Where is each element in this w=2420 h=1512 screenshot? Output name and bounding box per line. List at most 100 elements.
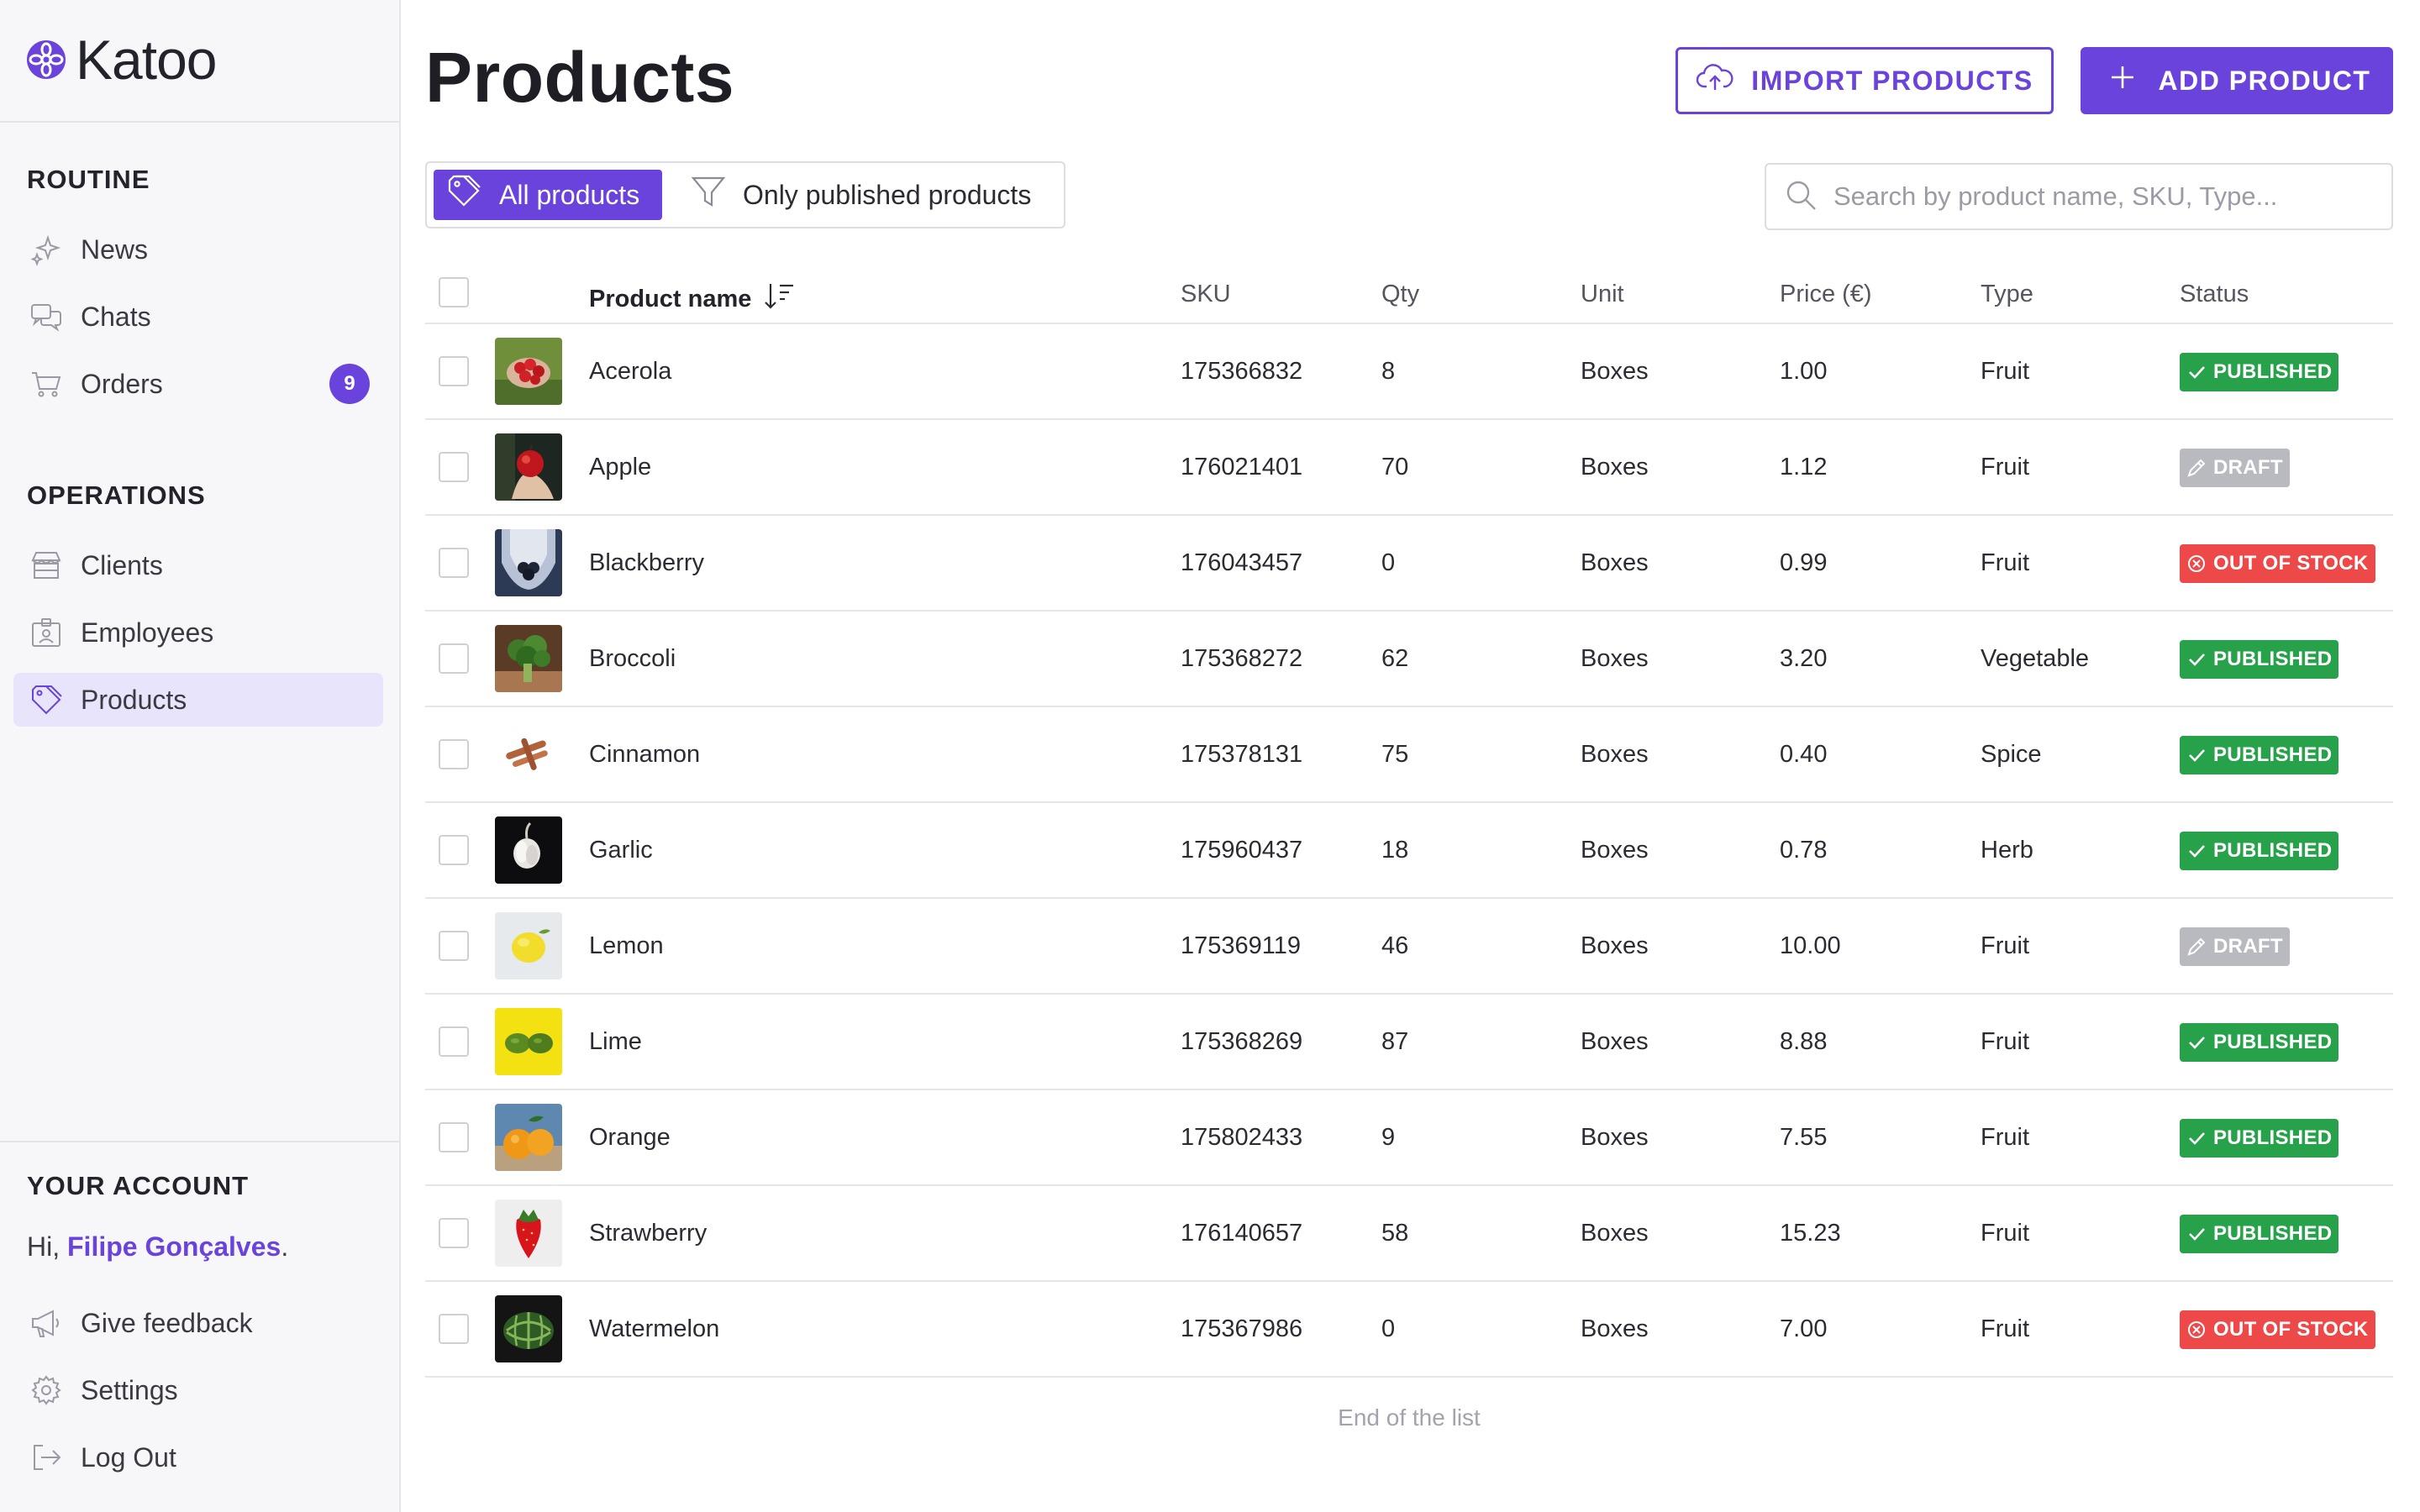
sidebar: Katoo ROUTINE News Chats Orders 9 OPERAT… xyxy=(0,0,401,1512)
product-thumbnail-garlic xyxy=(495,816,562,884)
user-greeting: Hi, Filipe Gonçalves. xyxy=(27,1231,288,1263)
table-row[interactable]: Strawberry 176140657 58 Boxes 15.23 Frui… xyxy=(425,1186,2393,1282)
product-price: 3.20 xyxy=(1780,645,1828,672)
sidebar-item-give-feedback[interactable]: Give feedback xyxy=(13,1296,383,1350)
table-row[interactable]: Orange 175802433 9 Boxes 7.55 Fruit PUBL… xyxy=(425,1090,2393,1186)
product-sku: 175369119 xyxy=(1181,932,1302,959)
row-checkbox[interactable] xyxy=(439,548,469,578)
status-label: PUBLISHED xyxy=(2213,360,2333,383)
product-price: 7.00 xyxy=(1780,1315,1828,1342)
status-badge: PUBLISHED xyxy=(2180,353,2339,391)
product-unit: Boxes xyxy=(1581,454,1649,480)
sidebar-divider xyxy=(0,1141,401,1142)
row-checkbox[interactable] xyxy=(439,739,469,769)
row-checkbox[interactable] xyxy=(439,1122,469,1152)
row-checkbox[interactable] xyxy=(439,1026,469,1057)
row-checkbox[interactable] xyxy=(439,931,469,961)
column-header-price[interactable]: Price (€) xyxy=(1780,281,1872,308)
app-logo[interactable]: Katoo xyxy=(25,29,217,91)
product-name: Strawberry xyxy=(589,1220,708,1247)
sidebar-item-label: Give feedback xyxy=(81,1307,253,1338)
import-products-label: IMPORT PRODUCTS xyxy=(1751,65,2033,96)
product-qty: 9 xyxy=(1381,1124,1396,1151)
check-icon xyxy=(2189,366,2205,379)
import-products-button[interactable]: IMPORT PRODUCTS xyxy=(1676,47,2054,114)
product-unit: Boxes xyxy=(1581,741,1649,768)
sidebar-item-settings[interactable]: Settings xyxy=(13,1363,383,1417)
sidebar-item-employees[interactable]: Employees xyxy=(13,606,383,659)
status-badge: PUBLISHED xyxy=(2180,1215,2339,1253)
product-sku: 175366832 xyxy=(1181,358,1303,385)
product-qty: 87 xyxy=(1381,1028,1409,1055)
column-header-unit[interactable]: Unit xyxy=(1581,281,1624,308)
product-filter-toggle: All products Only published products xyxy=(425,161,1065,228)
greeting-prefix: Hi, xyxy=(27,1231,67,1262)
product-type: Fruit xyxy=(1981,358,2029,385)
table-row[interactable]: Lemon 175369119 46 Boxes 10.00 Fruit DRA… xyxy=(425,899,2393,995)
table-row[interactable]: Broccoli 175368272 62 Boxes 3.20 Vegetab… xyxy=(425,612,2393,707)
search-input[interactable] xyxy=(1833,181,2354,212)
product-unit: Boxes xyxy=(1581,358,1649,385)
product-name: Apple xyxy=(589,454,652,480)
row-checkbox[interactable] xyxy=(439,452,469,482)
sidebar-item-products[interactable]: Products xyxy=(13,673,383,727)
product-thumbnail-orange xyxy=(495,1104,562,1171)
column-header-label: Product name xyxy=(589,285,752,312)
column-header-status[interactable]: Status xyxy=(2180,281,2249,308)
status-label: OUT OF STOCK xyxy=(2213,1318,2369,1341)
product-name: Orange xyxy=(589,1124,671,1151)
row-checkbox[interactable] xyxy=(439,835,469,865)
product-sku: 175368272 xyxy=(1181,645,1303,672)
check-icon xyxy=(2189,654,2205,666)
product-unit: Boxes xyxy=(1581,1220,1649,1247)
sidebar-item-news[interactable]: News xyxy=(13,223,383,276)
product-name: Cinnamon xyxy=(589,741,701,768)
table-row[interactable]: Garlic 175960437 18 Boxes 0.78 Herb PUBL… xyxy=(425,803,2393,899)
sparkles-icon xyxy=(29,232,64,267)
product-type: Fruit xyxy=(1981,1220,2029,1247)
filter-published-products[interactable]: Only published products xyxy=(677,170,1043,220)
product-qty: 58 xyxy=(1381,1220,1409,1247)
status-badge: OUT OF STOCK xyxy=(2180,544,2375,583)
row-checkbox[interactable] xyxy=(439,1218,469,1248)
table-row[interactable]: Blackberry 176043457 0 Boxes 0.99 Fruit … xyxy=(425,516,2393,612)
column-header-type[interactable]: Type xyxy=(1981,281,2033,308)
row-checkbox[interactable] xyxy=(439,356,469,386)
product-thumbnail-acerola xyxy=(495,338,562,405)
product-type: Vegetable xyxy=(1981,645,2090,672)
product-thumbnail-apple xyxy=(495,433,562,501)
section-label-account: YOUR ACCOUNT xyxy=(27,1171,250,1200)
end-of-list-text: End of the list xyxy=(1338,1404,1481,1431)
table-row[interactable]: Apple 176021401 70 Boxes 1.12 Fruit DRAF… xyxy=(425,420,2393,516)
sidebar-item-clients[interactable]: Clients xyxy=(13,538,383,592)
sidebar-item-chats[interactable]: Chats xyxy=(13,290,383,344)
product-thumbnail-cinnamon xyxy=(495,721,562,788)
product-type: Fruit xyxy=(1981,932,2029,959)
status-badge: PUBLISHED xyxy=(2180,832,2339,870)
sidebar-item-orders[interactable]: Orders 9 xyxy=(13,357,383,411)
table-row[interactable]: Cinnamon 175378131 75 Boxes 0.40 Spice P… xyxy=(425,707,2393,803)
select-all-checkbox[interactable] xyxy=(439,277,469,307)
add-product-button[interactable]: ADD PRODUCT xyxy=(2081,47,2393,114)
table-row[interactable]: Lime 175368269 87 Boxes 8.88 Fruit PUBLI… xyxy=(425,995,2393,1090)
product-thumbnail-broccoli xyxy=(495,625,562,692)
product-price: 15.23 xyxy=(1780,1220,1841,1247)
column-header-product-name[interactable]: Product name xyxy=(589,281,797,318)
user-name[interactable]: Filipe Gonçalves xyxy=(67,1231,281,1262)
column-header-qty[interactable]: Qty xyxy=(1381,281,1419,308)
product-qty: 46 xyxy=(1381,932,1409,959)
id-badge-icon xyxy=(29,615,64,650)
sort-descending-icon xyxy=(763,281,797,318)
cloud-upload-icon xyxy=(1696,58,1734,103)
filter-all-products[interactable]: All products xyxy=(434,170,662,220)
column-header-sku[interactable]: SKU xyxy=(1181,281,1231,308)
table-row[interactable]: Acerola 175366832 8 Boxes 1.00 Fruit PUB… xyxy=(425,324,2393,420)
sidebar-item-log-out[interactable]: Log Out xyxy=(13,1431,383,1484)
table-row[interactable]: Watermelon 175367986 0 Boxes 7.00 Fruit … xyxy=(425,1282,2393,1378)
logout-icon xyxy=(29,1440,64,1475)
table-header: Product name SKU Qty Unit Price (€) Type… xyxy=(425,264,2393,324)
row-checkbox[interactable] xyxy=(439,1314,469,1344)
product-unit: Boxes xyxy=(1581,837,1649,864)
row-checkbox[interactable] xyxy=(439,643,469,674)
product-sku: 175367986 xyxy=(1181,1315,1303,1342)
